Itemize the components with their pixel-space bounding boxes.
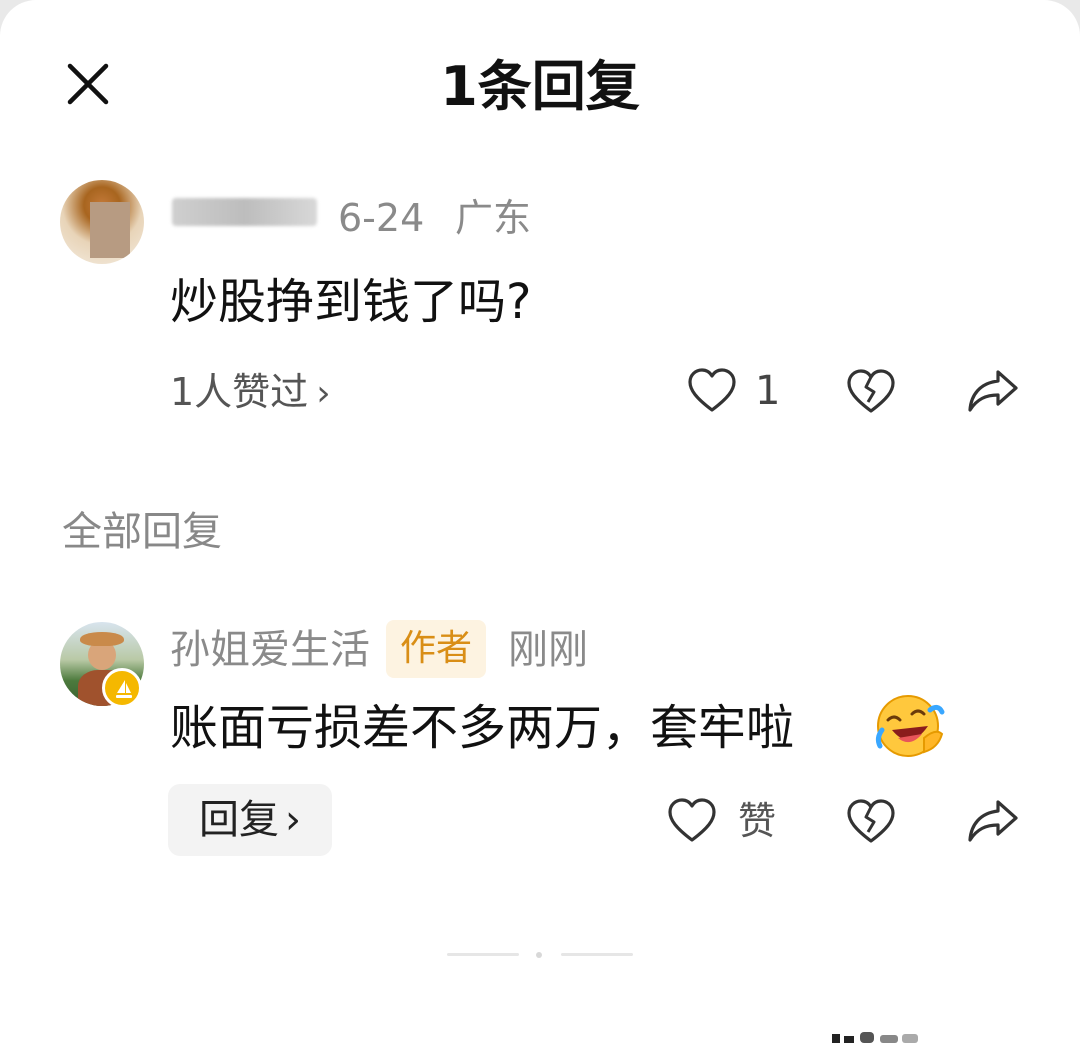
pager-line: [447, 953, 519, 956]
author-tag-badge: 作者: [386, 620, 487, 678]
sail-icon: [116, 680, 132, 698]
avatar-blur: [90, 202, 130, 258]
reply-button-label: 回复: [199, 797, 279, 843]
avatar-hat: [80, 632, 124, 646]
chevron-right-icon: ›: [285, 797, 301, 843]
author-name[interactable]: 孙姐爱生活: [170, 624, 370, 676]
comment-location: 广东: [455, 196, 532, 240]
reply-button[interactable]: 回复 ›: [168, 784, 332, 856]
watermark-fragment: [832, 1032, 918, 1043]
like-icon[interactable]: [666, 796, 718, 848]
like-icon[interactable]: [686, 366, 738, 418]
likers-text: 1人赞过: [170, 370, 309, 414]
share-icon[interactable]: [966, 366, 1020, 416]
pager-line: [561, 953, 633, 956]
likers-link[interactable]: 1人赞过 ›: [170, 366, 331, 420]
level-badge: [102, 668, 142, 708]
comment-text: 炒股挣到钱了吗?: [170, 274, 532, 330]
like-label: 赞: [738, 799, 777, 843]
commenter-name-redacted[interactable]: [172, 198, 317, 226]
all-replies-label: 全部回复: [62, 509, 222, 555]
reply-time: 刚刚: [508, 627, 588, 673]
page-title: 1条回复: [440, 55, 640, 118]
chevron-right-icon: ›: [316, 373, 331, 414]
dislike-icon[interactable]: [844, 796, 898, 848]
dislike-icon[interactable]: [844, 366, 898, 418]
reply-text: 账面亏损差不多两万，套牢啦: [170, 700, 795, 756]
pager-dot: [536, 952, 542, 958]
comment-date: 6-24: [338, 196, 425, 240]
rofl-emoji-icon: [875, 695, 945, 757]
share-icon[interactable]: [966, 796, 1020, 846]
commenter-avatar[interactable]: [60, 180, 144, 264]
like-count: 1: [755, 368, 781, 414]
reply-sheet: 1条回复 6-24 广东 炒股挣到钱了吗? 1人赞过 › 1 全部回复 孙姐爱生活…: [0, 0, 1080, 1043]
